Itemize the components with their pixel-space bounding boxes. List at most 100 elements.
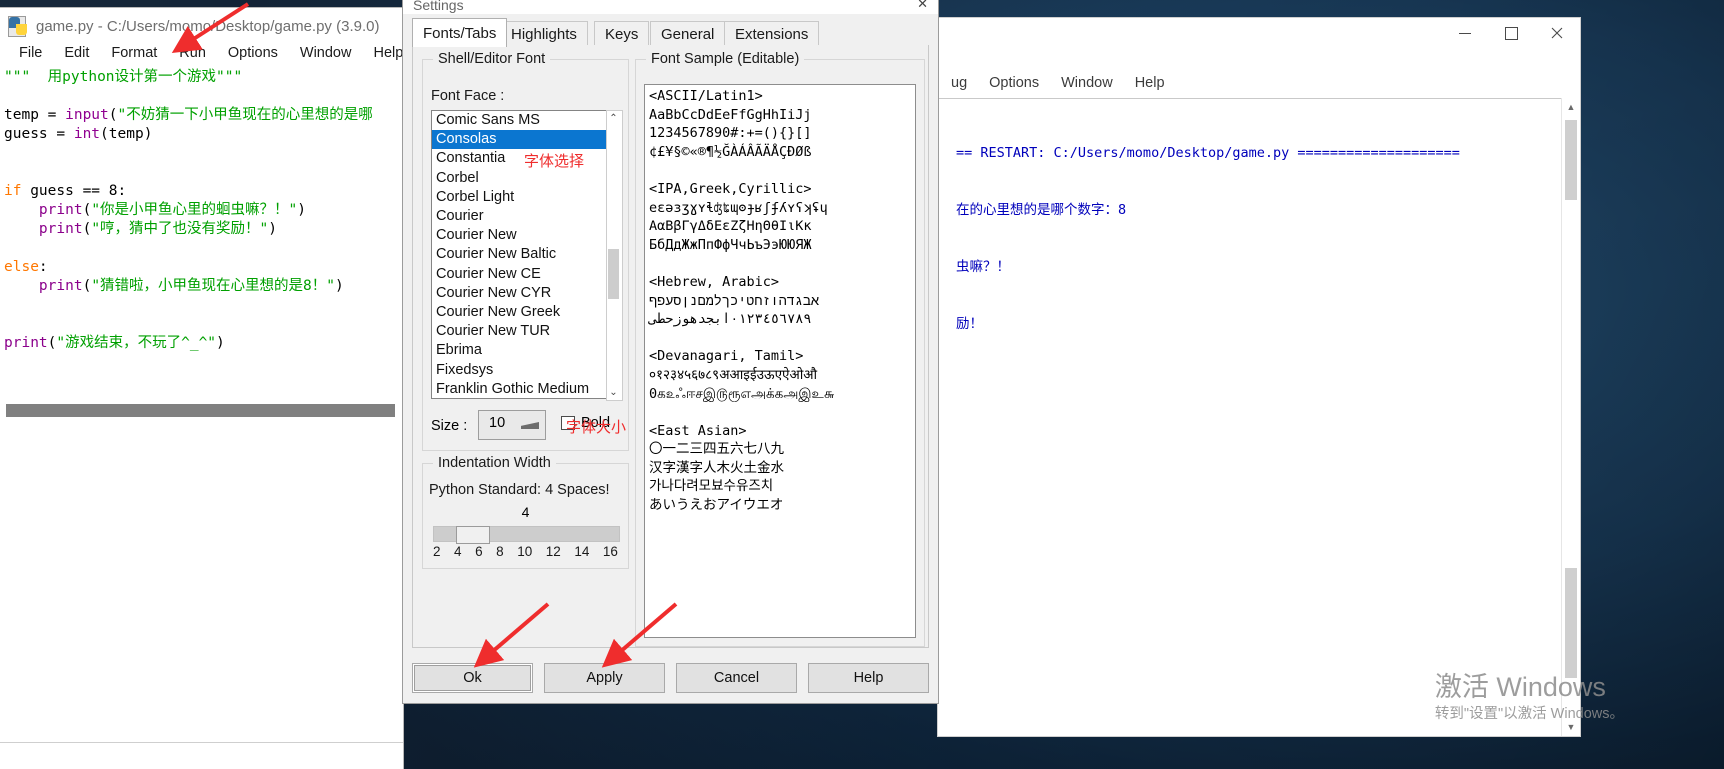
code-token: 8 (108, 183, 118, 199)
chevron-down-icon[interactable] (521, 422, 539, 429)
cancel-button[interactable]: Cancel (676, 663, 797, 693)
watermark-subtitle: 转到"设置"以激活 Windows。 (1434, 706, 1624, 722)
code-token: (temp) (100, 126, 153, 142)
tick-label: 10 (517, 544, 533, 559)
scrollbar-thumb[interactable] (1565, 120, 1577, 200)
tab-fonts-tabs[interactable]: Fonts/Tabs (412, 18, 508, 47)
editor-text-area[interactable]: """ 用python设计第一个游戏""" temp = input("不妨猜一… (0, 66, 403, 767)
python-file-icon (8, 16, 28, 37)
font-list-item[interactable]: Fixedsys (432, 361, 606, 380)
code-token: int (73, 126, 101, 142)
code-token: ) (297, 202, 307, 218)
code-token: print (38, 221, 83, 237)
font-list-item[interactable]: Courier New CE (432, 265, 606, 284)
slider-thumb[interactable] (456, 526, 490, 544)
code-token: "不妨猜一下小甲鱼现在的心里想的是哪 (117, 107, 373, 123)
menu-help[interactable]: Help (362, 43, 403, 63)
shell-editor-font-label: Shell/Editor Font (433, 51, 551, 67)
scroll-up-icon[interactable]: ▲ (1562, 98, 1580, 116)
code-token: ) (268, 221, 278, 237)
tick-label: 8 (496, 544, 504, 559)
menu-edit[interactable]: Edit (53, 43, 100, 63)
code-line: """ 用python设计第一个游戏""" (4, 68, 403, 87)
font-sample-textbox[interactable]: <ASCII/Latin1> AaBbCcDdEeFfGgHhIiJj 1234… (644, 84, 916, 638)
shell-titlebar[interactable] (938, 18, 1580, 62)
editor-statusbar (0, 742, 403, 769)
watermark-title: 激活 Windows (1434, 672, 1606, 702)
code-line: temp = input("不妨猜一下小甲鱼现在的心里想的是哪 (4, 106, 403, 125)
font-list-item[interactable]: Franklin Gothic Medium (432, 380, 606, 398)
code-token: temp = (4, 107, 66, 123)
code-token: : (117, 183, 127, 199)
shell-output-line: 虫嘛？！ (956, 259, 1010, 275)
code-token: "猜错啦，小甲鱼现在心里想的是8！" (91, 278, 336, 294)
shell-menu-window[interactable]: Window (1050, 73, 1124, 93)
scroll-down-icon[interactable]: ⌄ (607, 385, 620, 400)
font-list-item[interactable]: Comic Sans MS (432, 111, 606, 130)
scrollbar-thumb-lower[interactable] (1565, 568, 1577, 678)
font-list-item[interactable]: Ebrima (432, 341, 606, 360)
dialog-tabstrip[interactable]: Fonts/Tabs Highlights Keys General Exten… (412, 18, 929, 47)
indentation-hint: Python Standard: 4 Spaces! (429, 482, 610, 498)
code-token: guess = (4, 126, 74, 142)
font-list-item[interactable]: Courier New Baltic (432, 245, 606, 264)
tick-label: 12 (545, 544, 561, 559)
tab-general[interactable]: General (650, 21, 726, 47)
font-list-item[interactable]: Corbel Light (432, 188, 606, 207)
annotation-font-size: 字体大小 (566, 418, 627, 436)
font-list-item[interactable]: Courier New Greek (432, 303, 606, 322)
font-list-item[interactable]: Courier New CYR (432, 284, 606, 303)
shell-menu-debug[interactable]: ug (940, 73, 978, 93)
font-list-item[interactable]: Consolas (432, 130, 606, 150)
scroll-up-icon[interactable]: ⌃ (607, 111, 620, 126)
idle-editor-window[interactable]: game.py - C:/Users/momo/Desktop/game.py … (0, 8, 403, 769)
indentation-value: 4 (521, 504, 530, 520)
font-size-combobox[interactable]: 10 (478, 410, 546, 440)
tab-highlights[interactable]: Highlights (500, 21, 588, 47)
code-token: """ 用python设计第一个游戏""" (4, 69, 243, 85)
menu-file[interactable]: File (8, 43, 53, 63)
shell-vertical-scrollbar[interactable]: ▲ ▼ (1561, 98, 1580, 736)
font-list-item[interactable]: Courier New (432, 226, 606, 245)
close-icon[interactable] (1534, 18, 1580, 48)
help-button[interactable]: Help (808, 663, 929, 693)
menu-window[interactable]: Window (289, 43, 363, 63)
python-shell-window[interactable]: ug Options Window Help == RESTART: C:/Us… (938, 18, 1580, 736)
settings-dialog[interactable]: Settings ✕ Fonts/Tabs Highlights Keys Ge… (403, 0, 938, 703)
shell-menu-divider (938, 98, 1580, 99)
dialog-close-icon[interactable]: ✕ (917, 0, 928, 12)
shell-menu-options[interactable]: Options (978, 73, 1050, 93)
code-token: ) (216, 335, 225, 351)
minimize-button[interactable] (1442, 18, 1488, 48)
code-token: print (38, 202, 83, 218)
code-token: "哼，猜中了也没有奖励！" (91, 221, 269, 237)
font-list-item[interactable]: Courier New TUR (432, 322, 606, 341)
code-token: : (38, 259, 48, 275)
indentation-width-label: Indentation Width (433, 455, 556, 471)
shell-menu-help[interactable]: Help (1124, 73, 1176, 93)
editor-selection-highlight (6, 404, 395, 417)
indentation-slider[interactable] (433, 526, 620, 544)
editor-code[interactable]: """ 用python设计第一个游戏""" temp = input("不妨猜一… (0, 66, 403, 353)
font-list-item[interactable]: Corbel (432, 169, 606, 188)
font-list-scrollbar[interactable]: ⌃ ⌄ (606, 110, 623, 401)
code-token: "游戏结束，不玩了^_^" (56, 335, 217, 351)
tab-extensions[interactable]: Extensions (724, 21, 820, 47)
maximize-button[interactable] (1488, 18, 1534, 48)
shell-menubar[interactable]: ug Options Window Help (938, 70, 1176, 96)
menu-format[interactable]: Format (100, 43, 168, 63)
font-list-item[interactable]: Courier (432, 207, 606, 226)
font-sample-group: Font Sample (Editable) <ASCII/Latin1> Aa… (635, 51, 925, 647)
shell-output-line: 励！ (956, 316, 983, 332)
dialog-titlebar[interactable]: Settings ✕ (403, 0, 938, 14)
indentation-tick-labels: 2 4 6 8 10 12 14 16 (433, 544, 618, 559)
font-sample-text[interactable]: <ASCII/Latin1> AaBbCcDdEeFfGgHhIiJj 1234… (645, 85, 915, 517)
scrollbar-thumb[interactable] (608, 249, 619, 299)
tab-keys[interactable]: Keys (594, 21, 650, 47)
